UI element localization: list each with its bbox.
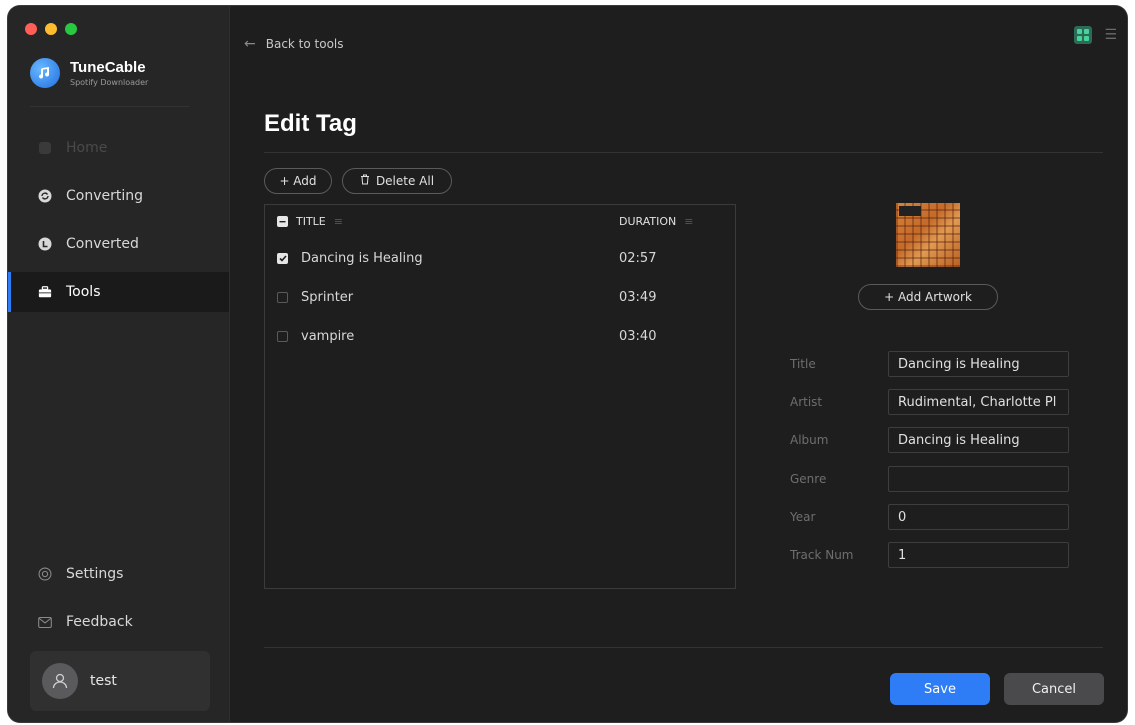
row-checkbox[interactable] [277,291,288,303]
track-table: TITLE ≡ DURATION ≡ Dancing is Healing 02… [264,204,736,589]
genre-field-label: Genre [790,472,827,486]
track-num-field-label: Track Num [790,548,854,562]
trash-icon [360,174,370,188]
sidebar-item-label: Home [66,140,108,156]
title-field[interactable]: Dancing is Healing [888,351,1069,377]
app-logo-icon [30,58,60,88]
minimize-window-button[interactable] [45,23,57,35]
table-row[interactable]: Dancing is Healing 02:57 [265,239,735,277]
footer-divider [264,647,1103,648]
year-field[interactable]: 0 [888,504,1069,530]
toolbox-icon [38,285,52,299]
app-name: TuneCable [70,59,146,76]
cancel-button[interactable]: Cancel [1004,673,1104,705]
save-button[interactable]: Save [890,673,990,705]
top-toolbar: ☰ [1074,26,1117,44]
user-icon [52,673,68,689]
artist-field-label: Artist [790,395,823,409]
sidebar-item-settings[interactable]: Settings [8,554,229,594]
brand: TuneCable Spotify Downloader [30,58,148,88]
close-window-button[interactable] [25,23,37,35]
converted-icon [38,237,52,251]
converting-icon [38,189,52,203]
track-num-field[interactable]: 1 [888,542,1069,568]
sort-icon[interactable]: ≡ [684,215,693,228]
sidebar-item-converting[interactable]: Converting [8,176,229,216]
add-button-label: + Add [279,174,317,188]
title-field-label: Title [790,357,816,371]
artist-field[interactable]: Rudimental, Charlotte Pl [888,389,1069,415]
app-subtitle: Spotify Downloader [70,78,149,87]
delete-all-label: Delete All [375,174,435,188]
duration-column-header[interactable]: DURATION ≡ [619,205,693,237]
title-divider [264,152,1103,153]
user-name: test [90,673,117,689]
sidebar-item-feedback[interactable]: Feedback [8,602,229,642]
main-panel: ← Back to tools ☰ Edit Tag + Add Delete … [230,6,1127,722]
menu-icon[interactable]: ☰ [1104,27,1117,43]
back-to-tools-link[interactable]: ← Back to tools [244,36,344,52]
home-icon [38,141,52,155]
track-title: Sprinter [301,289,354,305]
grid-view-icon[interactable] [1074,26,1093,44]
year-field-label: Year [790,510,816,524]
mail-icon [38,615,52,629]
window-controls [25,23,77,35]
user-account[interactable]: test [30,651,210,711]
sidebar-item-label: Converted [66,236,139,252]
add-artwork-button[interactable]: + Add Artwork [858,284,998,310]
arrow-left-icon: ← [244,36,256,52]
sidebar-item-home[interactable]: Home [8,128,229,168]
table-row[interactable]: vampire 03:40 [265,317,735,355]
track-duration: 03:49 [619,289,657,305]
brand-divider [30,106,189,107]
title-column-label: TITLE [296,214,326,228]
track-title: vampire [301,328,355,344]
sidebar-item-tools[interactable]: Tools [8,272,229,312]
track-duration: 02:57 [619,250,657,266]
add-button[interactable]: + Add [264,168,332,194]
table-row[interactable]: Sprinter 03:49 [265,278,735,316]
track-title: Dancing is Healing [301,250,423,266]
genre-field[interactable] [888,466,1069,492]
sidebar-item-converted[interactable]: Converted [8,224,229,264]
sidebar-item-label: Converting [66,188,144,204]
sort-icon[interactable]: ≡ [334,215,343,228]
add-artwork-label: + Add Artwork [884,290,972,304]
duration-column-label: DURATION [619,214,677,228]
back-label: Back to tools [265,37,344,51]
sidebar-item-label: Settings [66,566,124,582]
settings-icon [38,567,52,581]
delete-all-button[interactable]: Delete All [342,168,452,194]
row-checkbox[interactable] [277,330,288,342]
album-artwork [896,203,960,267]
sidebar-item-label: Tools [66,284,101,300]
page-title: Edit Tag [264,110,357,137]
album-field-label: Album [790,433,829,447]
title-column-header[interactable]: TITLE ≡ [277,205,343,237]
zoom-window-button[interactable] [65,23,77,35]
sidebar: TuneCable Spotify Downloader Home Conver… [8,6,230,722]
app-window: TuneCable Spotify Downloader Home Conver… [8,6,1127,722]
album-field[interactable]: Dancing is Healing [888,427,1069,453]
select-all-checkbox[interactable] [277,215,288,227]
track-duration: 03:40 [619,328,657,344]
avatar [42,663,78,699]
sidebar-item-label: Feedback [66,614,133,630]
row-checkbox[interactable] [277,252,288,264]
